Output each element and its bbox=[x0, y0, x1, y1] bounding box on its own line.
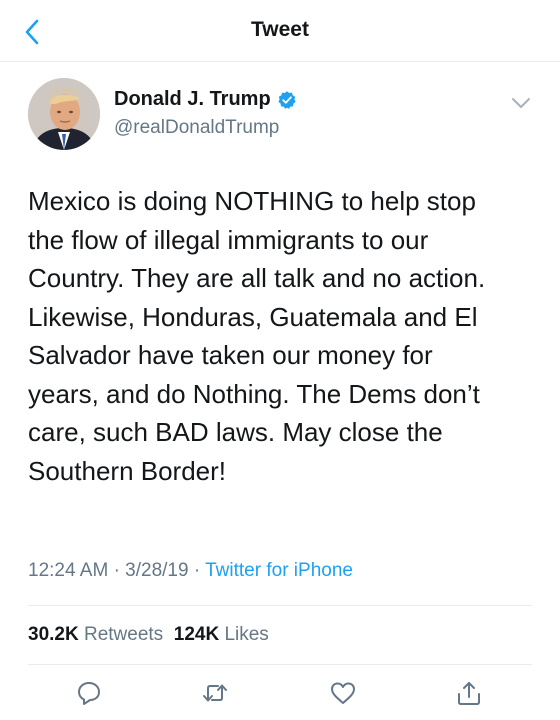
tweet-text-line: the flow of illegal immigrants to our bbox=[28, 224, 429, 255]
retweets-label: Retweets bbox=[83, 624, 164, 645]
tweet-text-line: years, and do Nothing. The Dems don’t bbox=[28, 378, 480, 409]
tweet-time: 12:24 AM bbox=[28, 560, 109, 581]
retweet-icon[interactable] bbox=[202, 680, 228, 706]
share-icon[interactable] bbox=[456, 680, 482, 706]
tweet-metadata: 12:24 AM · 3/28/19 · Twitter for iPhone bbox=[28, 560, 353, 582]
tweet-text-line: Mexico is doing NOTHING to help stop bbox=[28, 186, 476, 216]
tweet-text-line: Salvador have taken our money for bbox=[28, 340, 433, 370]
avatar-image bbox=[28, 78, 100, 150]
likes-count: 124K bbox=[173, 624, 220, 645]
verified-badge-icon bbox=[278, 90, 296, 109]
meta-separator: · bbox=[193, 560, 201, 581]
likes-stat[interactable]: 124K Likes bbox=[174, 624, 269, 645]
tweet-text-line: Country. They are all talk and no action… bbox=[28, 263, 486, 293]
top-bar: Tweet bbox=[0, 0, 560, 62]
retweets-stat[interactable]: 30.2K Retweets bbox=[28, 624, 163, 645]
divider bbox=[28, 664, 532, 665]
meta-separator: · bbox=[113, 560, 120, 581]
display-name[interactable]: Donald J. Trump bbox=[114, 88, 271, 111]
tweet-text-line: Southern Border! bbox=[28, 455, 227, 486]
avatar[interactable] bbox=[28, 78, 100, 150]
retweets-count: 30.2K bbox=[28, 624, 79, 645]
tweet-text-line: Likewise, Honduras, Guatemala and El bbox=[28, 301, 478, 332]
heart-icon[interactable] bbox=[330, 680, 356, 706]
page-title: Tweet bbox=[251, 18, 309, 41]
tweet-text: Mexico is doing NOTHING to help stop the… bbox=[28, 182, 538, 490]
tweet-text-line: care, such BAD laws. May close the bbox=[28, 417, 443, 447]
divider bbox=[28, 605, 532, 606]
tweet-date: 3/28/19 bbox=[125, 560, 189, 581]
author-handle[interactable]: @realDonaldTrump bbox=[114, 117, 297, 139]
tweet-source-link[interactable]: Twitter for iPhone bbox=[205, 560, 353, 581]
author-names: Donald J. Trump @realDonaldTrump bbox=[114, 88, 297, 139]
tweet-stats: 30.2K Retweets 124K Likes bbox=[28, 624, 269, 646]
chevron-down-icon[interactable] bbox=[510, 92, 532, 114]
tweet-author: Donald J. Trump @realDonaldTrump bbox=[28, 78, 532, 154]
reply-icon[interactable] bbox=[76, 680, 102, 706]
tweet-actions bbox=[28, 672, 532, 712]
name-row: Donald J. Trump bbox=[114, 88, 297, 111]
likes-label: Likes bbox=[224, 624, 269, 645]
